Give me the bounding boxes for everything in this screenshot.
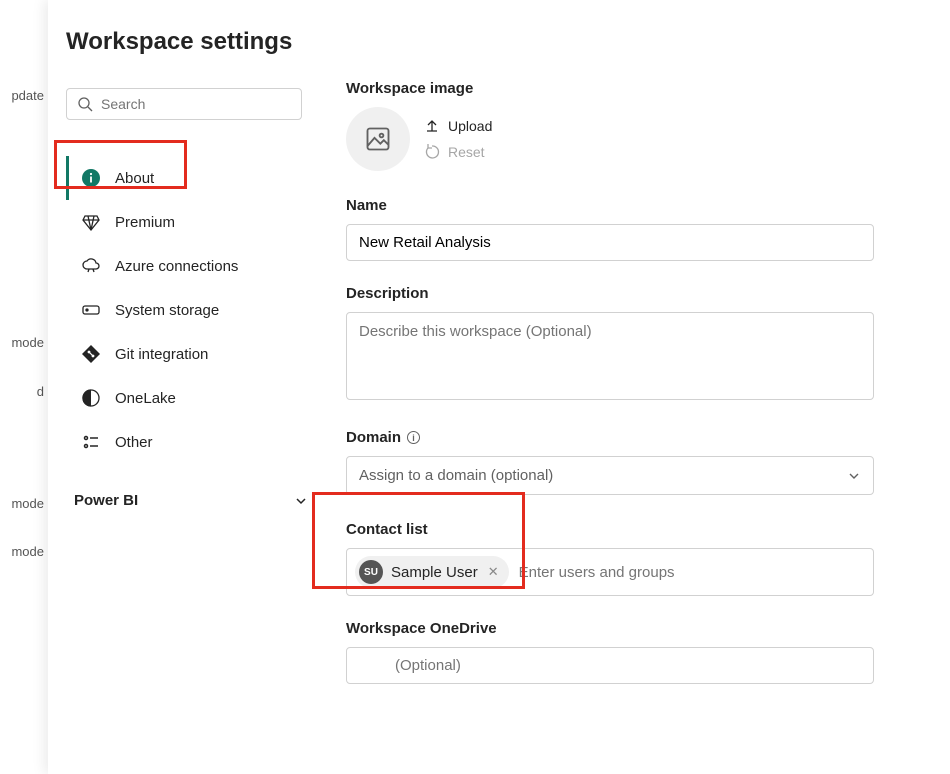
page-title: Workspace settings <box>66 28 322 56</box>
nav-about[interactable]: About <box>66 156 322 200</box>
label-name: Name <box>346 197 910 214</box>
search-box[interactable] <box>66 88 302 120</box>
nav-storage[interactable]: System storage <box>66 288 322 332</box>
label-workspace-image: Workspace image <box>346 80 910 97</box>
name-input[interactable] <box>346 224 874 261</box>
chip-name: Sample User <box>391 564 478 581</box>
chevron-down-icon <box>294 494 308 508</box>
form-content: Workspace image Upload Reset Name Descri… <box>322 28 910 746</box>
onedrive-input[interactable] <box>346 647 874 684</box>
nav-label: OneLake <box>115 390 176 407</box>
search-input[interactable] <box>101 96 291 112</box>
background-grid: pdate mode d mode mode <box>0 0 48 774</box>
reset-button: Reset <box>424 144 492 160</box>
settings-sidebar: Workspace settings About Premium Azure c… <box>66 28 322 746</box>
settings-panel: Workspace settings About Premium Azure c… <box>48 0 950 774</box>
nav-azure[interactable]: Azure connections <box>66 244 322 288</box>
nav-label: Git integration <box>115 346 208 363</box>
nav-label: System storage <box>115 302 219 319</box>
domain-placeholder: Assign to a domain (optional) <box>359 467 553 484</box>
upload-label: Upload <box>448 118 492 134</box>
reset-label: Reset <box>448 144 485 160</box>
contact-input[interactable]: SU Sample User ✕ <box>346 548 874 596</box>
upload-button[interactable]: Upload <box>424 118 492 134</box>
nav-label: Premium <box>115 214 175 231</box>
other-icon <box>81 432 101 452</box>
info-icon <box>81 168 101 188</box>
nav-git[interactable]: Git integration <box>66 332 322 376</box>
image-icon <box>364 125 392 153</box>
label-domain: Domain i <box>346 429 910 446</box>
label-onedrive: Workspace OneDrive <box>346 620 910 637</box>
info-icon[interactable]: i <box>407 431 420 444</box>
nav-label: Azure connections <box>115 258 238 275</box>
onelake-icon <box>81 388 101 408</box>
contact-chip: SU Sample User ✕ <box>355 556 509 588</box>
upload-icon <box>424 118 440 134</box>
storage-icon <box>81 300 101 320</box>
remove-chip-icon[interactable]: ✕ <box>486 564 501 580</box>
contact-text-input[interactable] <box>519 564 865 581</box>
diamond-icon <box>81 212 101 232</box>
cloud-icon <box>81 256 101 276</box>
chevron-down-icon <box>847 469 861 483</box>
label-description: Description <box>346 285 910 302</box>
domain-select[interactable]: Assign to a domain (optional) <box>346 456 874 495</box>
nav-label: About <box>115 170 154 187</box>
avatar: SU <box>359 560 383 584</box>
git-icon <box>81 344 101 364</box>
nav-other[interactable]: Other <box>66 420 322 464</box>
nav-premium[interactable]: Premium <box>66 200 322 244</box>
reset-icon <box>424 144 440 160</box>
label-contact: Contact list <box>346 521 910 538</box>
nav-onelake[interactable]: OneLake <box>66 376 322 420</box>
nav-label: Other <box>115 434 153 451</box>
search-icon <box>77 96 93 112</box>
description-input[interactable] <box>346 312 874 400</box>
section-powerbi[interactable]: Power BI <box>66 478 322 523</box>
workspace-image-placeholder[interactable] <box>346 107 410 171</box>
section-label: Power BI <box>74 492 138 509</box>
